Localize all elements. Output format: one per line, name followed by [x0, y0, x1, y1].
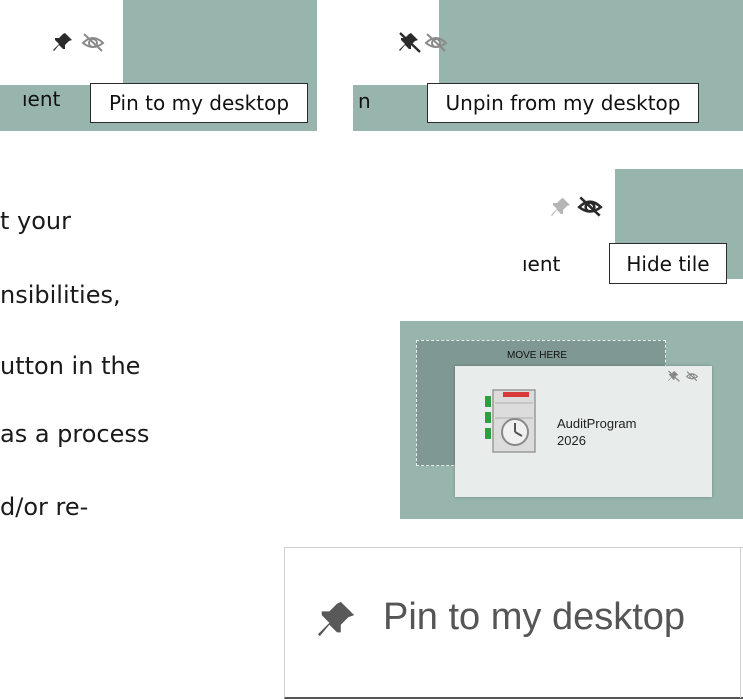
divider [740, 548, 741, 698]
hide-icon[interactable] [576, 194, 604, 218]
pin-icon[interactable] [550, 196, 572, 218]
hide-icon[interactable] [80, 31, 106, 53]
tile-year: 2026 [557, 433, 586, 448]
unpin-icon[interactable] [667, 370, 681, 382]
hide-panel: ıent Hide tile [518, 169, 743, 284]
body-line-5: d/or re- [0, 493, 89, 521]
pin-icon[interactable] [52, 31, 74, 53]
unpin-panel: n Unpin from my desktop [353, 0, 743, 131]
tile-name: AuditProgram [557, 416, 637, 431]
unpin-tooltip: Unpin from my desktop [427, 83, 699, 123]
tile-title-fragment: ıent [522, 252, 561, 276]
pin-to-desktop-label: Pin to my desktop [383, 596, 686, 638]
body-line-1: t your [0, 207, 72, 235]
hide-icon[interactable] [423, 31, 449, 53]
pin-tooltip: Pin to my desktop [90, 83, 308, 123]
move-panel: MOVE HERE AuditProgram 2026 [400, 321, 743, 519]
drop-zone-label: MOVE HERE [507, 350, 568, 361]
body-line-2: nsibilities, [0, 281, 121, 309]
hide-icon[interactable] [685, 370, 699, 382]
audit-program-icon [485, 388, 537, 454]
pin-panel: ıent Pin to my desktop [0, 0, 317, 131]
unpin-icon[interactable] [398, 31, 422, 53]
dragged-tile[interactable]: AuditProgram 2026 [455, 366, 712, 497]
pin-to-desktop-button[interactable]: Pin to my desktop [284, 547, 743, 699]
pin-icon [315, 598, 359, 640]
body-line-4: as a process [0, 420, 150, 448]
tile-title-fragment: n [358, 89, 371, 113]
body-line-3: utton in the [0, 352, 141, 380]
hide-tooltip: Hide tile [609, 243, 727, 284]
tile-title-fragment: ıent [22, 87, 61, 111]
